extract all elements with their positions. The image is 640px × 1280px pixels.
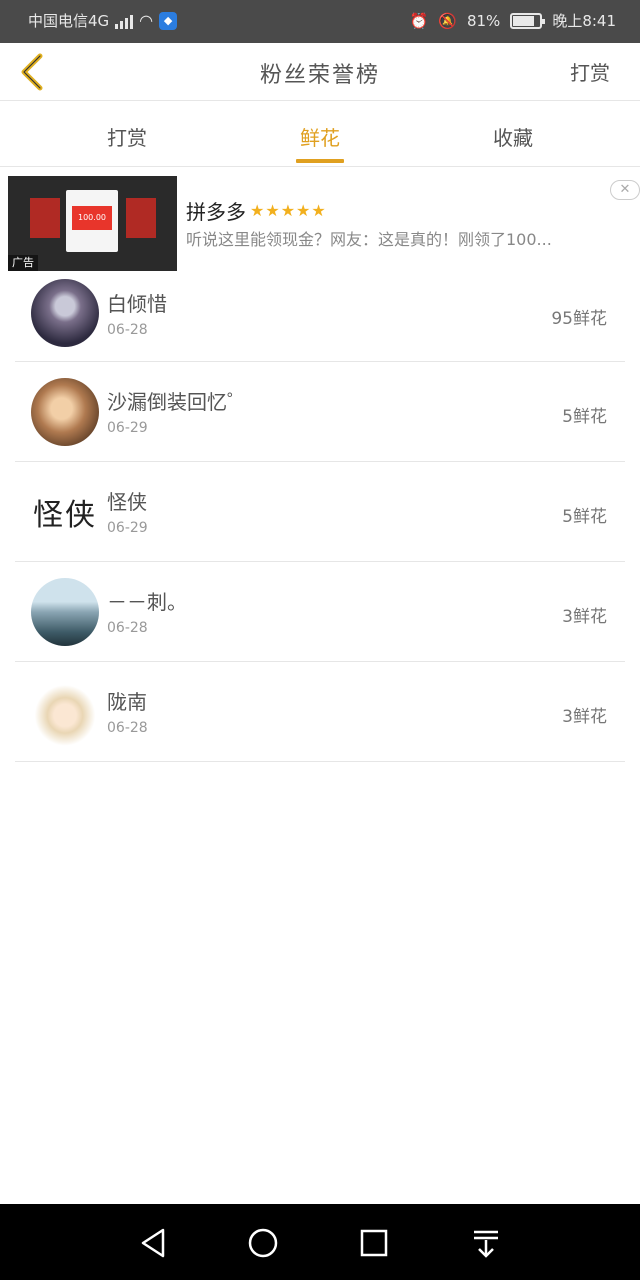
app-header: 粉丝荣誉榜 打赏 <box>0 43 640 101</box>
ad-thumb-decor-right <box>126 198 156 238</box>
ad-thumb-amount: 100.00 <box>72 206 112 230</box>
signal-icon <box>115 13 134 29</box>
battery-icon <box>510 12 546 29</box>
alarm-icon: ⏰ <box>409 11 429 30</box>
list-item[interactable]: 陇南 06-28 3鲜花 <box>15 662 625 762</box>
avatar <box>31 378 99 446</box>
carrier-label: 中国电信4G <box>28 12 110 30</box>
flower-count: 5鲜花 <box>562 407 607 427</box>
shield-icon: ◆ <box>159 11 178 30</box>
flower-count: 3鲜花 <box>562 707 607 727</box>
fan-date: 06-28 <box>107 322 148 338</box>
fan-list: 白倾惜 06-28 95鲜花 沙漏倒装回忆゜ 06-29 5鲜花 怪侠 怪侠 0… <box>15 274 625 762</box>
page-title: 粉丝荣誉榜 <box>259 63 380 88</box>
ad-banner[interactable]: 100.00 广告 拼多多 ★★★★★ 听说这里能领现金？网友：这是真的！刚领了… <box>0 168 640 274</box>
avatar <box>31 578 99 646</box>
battery-fill <box>513 15 535 26</box>
active-tab-indicator <box>296 159 344 163</box>
ad-thumb-decor-left <box>30 198 60 238</box>
tab-favorites[interactable]: 收藏 <box>453 122 573 151</box>
home-circle-icon[interactable] <box>246 1226 280 1260</box>
notification-pulldown-icon[interactable] <box>469 1226 503 1260</box>
fan-date: 06-29 <box>107 520 148 536</box>
system-nav-bar <box>0 1204 640 1280</box>
mute-icon: 🔕 <box>438 11 457 30</box>
status-right: ⏰ 🔕 81% 晚上8:41 <box>410 10 616 31</box>
status-left: 中国电信4G ◠ ◆ <box>28 10 178 31</box>
flower-count: 3鲜花 <box>562 607 607 627</box>
ad-title-row: 拼多多 ★★★★★ <box>186 196 327 225</box>
ad-tag: 广告 <box>8 255 38 271</box>
fan-name: 白倾惜 <box>107 292 167 316</box>
wifi-icon: ◠ <box>139 11 154 30</box>
avatar <box>31 678 99 746</box>
avatar <box>31 279 99 347</box>
fan-date: 06-28 <box>107 720 148 736</box>
tab-reward[interactable]: 打赏 <box>67 122 187 151</box>
avatar: 怪侠 <box>31 478 99 546</box>
ad-title: 拼多多 <box>186 200 246 224</box>
tab-flowers[interactable]: 鲜花 <box>260 122 380 151</box>
list-item[interactable]: 白倾惜 06-28 95鲜花 <box>15 274 625 362</box>
fan-date: 06-29 <box>107 420 148 436</box>
ad-thumb-card: 100.00 <box>66 190 118 252</box>
reward-button[interactable]: 打赏 <box>570 57 610 86</box>
ad-description: 听说这里能领现金？网友：这是真的！刚领了100... <box>186 230 552 249</box>
recent-apps-icon[interactable] <box>357 1226 391 1260</box>
fan-name: 怪侠 <box>107 490 147 514</box>
star-rating-icon: ★★★★★ <box>250 201 327 220</box>
ad-thumbnail: 100.00 广告 <box>8 176 177 271</box>
fan-name: －－刺。 <box>107 590 187 614</box>
tab-bar: 打赏 鲜花 收藏 <box>0 102 640 167</box>
flower-count: 95鲜花 <box>551 309 607 329</box>
list-item[interactable]: 沙漏倒装回忆゜ 06-29 5鲜花 <box>15 362 625 462</box>
status-bar: 中国电信4G ◠ ◆ ⏰ 🔕 81% 晚上8:41 <box>0 0 640 43</box>
flower-count: 5鲜花 <box>562 507 607 527</box>
fan-name: 陇南 <box>107 690 147 714</box>
battery-percent: 81% <box>466 11 501 30</box>
ad-close-button[interactable]: ✕ <box>610 180 640 200</box>
fan-date: 06-28 <box>107 620 148 636</box>
back-triangle-icon[interactable] <box>136 1226 170 1260</box>
list-item[interactable]: －－刺。 06-28 3鲜花 <box>15 562 625 662</box>
fan-name: 沙漏倒装回忆゜ <box>107 390 247 414</box>
list-item[interactable]: 怪侠 怪侠 06-29 5鲜花 <box>15 462 625 562</box>
clock-label: 晚上8:41 <box>552 12 616 30</box>
